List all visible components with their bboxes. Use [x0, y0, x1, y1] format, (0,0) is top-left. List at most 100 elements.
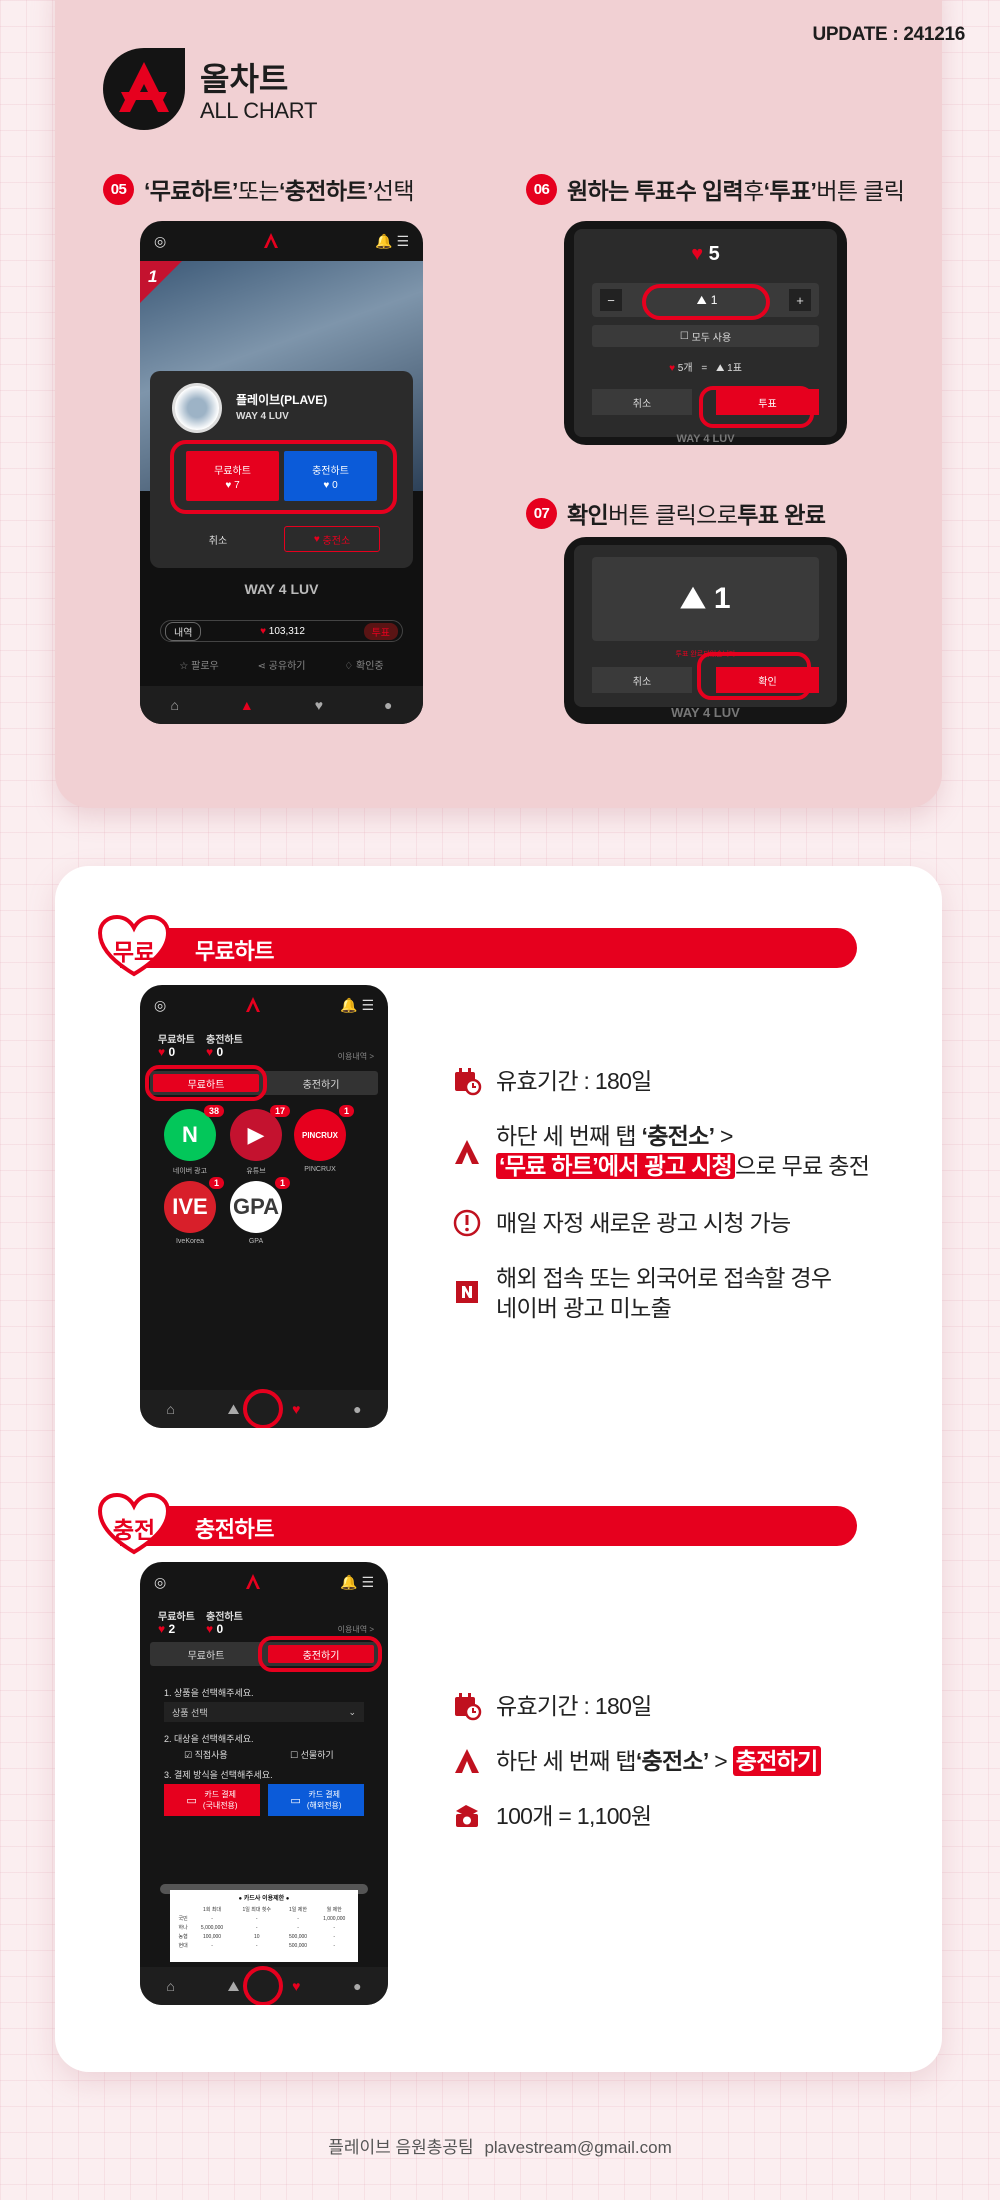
- step-text: 버튼 클릭: [816, 178, 905, 204]
- paid-heart-value: 0: [216, 1622, 224, 1636]
- paid-badge-label: 충전: [112, 1517, 156, 1543]
- limit-cell: 하나: [178, 1925, 188, 1931]
- usage-history-link[interactable]: 이용내역 >: [338, 1051, 374, 1062]
- gift-label: 선물하기: [300, 1750, 334, 1760]
- free-info-midnight: 매일 자정 새로운 광고 시청 가능: [452, 1208, 791, 1238]
- song-title: WAY 4 LUV: [236, 411, 289, 422]
- limit-cell: -: [297, 1915, 299, 1922]
- home-icon[interactable]: ⌂: [166, 1401, 174, 1417]
- ad-app-item[interactable]: IVE 1 IveKorea: [162, 1177, 224, 1245]
- phone-mockup-step05: ◎ 🔔 ☰ 1 플레이브(PLAVE) WAY 4 LUV 무료하트 ♥ 7 충…: [140, 221, 423, 724]
- profile-icon[interactable]: ●: [353, 1401, 361, 1417]
- limit-cell: 100,000: [203, 1933, 222, 1940]
- ad-app-count-badge: 1: [338, 1105, 354, 1117]
- bell-and-menu-icon[interactable]: 🔔 ☰: [340, 997, 374, 1014]
- ad-app-name: 유튜브: [246, 1168, 266, 1175]
- vote-button[interactable]: 투표: [363, 622, 398, 640]
- label: (국내전용): [202, 1801, 238, 1810]
- vote-tab-icon[interactable]: ▲: [240, 697, 254, 713]
- heart-tab-icon[interactable]: ♥: [292, 1978, 300, 1994]
- paid-info-validity: 유효기간 : 180일: [452, 1691, 652, 1721]
- ad-app-item[interactable]: PINCRUX 1 PINCRUX: [292, 1105, 354, 1173]
- confirm-label: 확인중: [356, 661, 384, 672]
- paid-heart-label: 충전하트: [206, 1612, 243, 1623]
- bell-and-menu-icon[interactable]: 🔔 ☰: [340, 1574, 374, 1591]
- gift-checkbox[interactable]: ☐ 선물하기: [290, 1748, 334, 1761]
- table-row: 하나 5,000,000 - - -: [174, 1923, 354, 1932]
- tab-charge[interactable]: 충전하기: [268, 1074, 374, 1092]
- limit-cell: -: [255, 1915, 258, 1922]
- step-text: ‘투표’: [763, 178, 817, 204]
- tab-free-heart[interactable]: 무료하트: [153, 1645, 259, 1663]
- cancel-button[interactable]: 취소: [592, 389, 692, 415]
- paid-heart-count: ♥ 0: [206, 1045, 224, 1059]
- use-all-checkbox[interactable]: ☐ 모두 사용: [592, 325, 819, 347]
- self-use-checkbox[interactable]: ☑ 직접사용: [184, 1748, 228, 1761]
- step-05-title: 05 ‘무료하트’ 또는 ‘충전하트’ 선택: [103, 172, 415, 206]
- step-06-title: 06 원하는 투표수 입력 후 ‘투표’ 버튼 클릭: [526, 172, 905, 206]
- limit-header-cell: 1회 최대: [203, 1907, 222, 1913]
- step-text: 선택: [372, 178, 415, 204]
- label: 카드 결제: [308, 1790, 341, 1799]
- limit-cell: 500,000: [288, 1942, 308, 1949]
- share-label: 공유하기: [268, 661, 306, 672]
- footer-team: 플레이브 음원총공팀: [328, 2138, 474, 2157]
- step-text: 확인: [567, 502, 609, 528]
- calendar-clock-icon: [455, 1693, 482, 1721]
- footer: 플레이브 음원총공팀 plavestream@gmail.com: [0, 2133, 1000, 2158]
- allchart-a-icon: [455, 1140, 479, 1164]
- exchange-rate: ♥ 5개 = ⛰ 1표: [669, 363, 742, 374]
- home-icon[interactable]: ⌂: [170, 697, 178, 713]
- footer-email[interactable]: plavestream@gmail.com: [484, 2138, 671, 2157]
- charge-station-button[interactable]: ♥ 충전소: [284, 526, 380, 552]
- globe-icon[interactable]: ◎: [154, 1574, 166, 1591]
- minus-button[interactable]: −: [600, 289, 622, 311]
- heart-tab-icon[interactable]: ♥: [315, 697, 323, 713]
- text: ‘충전소’: [641, 1123, 715, 1149]
- ad-app-item[interactable]: N 38 네이버 광고: [162, 1105, 224, 1176]
- ad-app-item[interactable]: ▶ 17 유튜브: [228, 1105, 290, 1176]
- plus-button[interactable]: +: [789, 289, 811, 311]
- profile-icon[interactable]: ●: [384, 697, 392, 713]
- card-pay-overseas-button[interactable]: ▭ 카드 결제 (해외전용): [268, 1784, 364, 1816]
- product-select[interactable]: 상품 선택 ⌄: [164, 1702, 364, 1722]
- cancel-button[interactable]: 취소: [592, 667, 692, 693]
- card-limit-table: ● 카드사 이용제한 ● 1회 최대 1일 최대 횟수 1일 제한 월 제한 국민 - - -…: [170, 1890, 358, 1962]
- limit-cell: -: [211, 1915, 213, 1922]
- highlight-ring: [697, 652, 811, 700]
- profile-icon[interactable]: ●: [353, 1978, 361, 1994]
- highlight-text: ‘무료 하트’에서 광고 시청: [496, 1153, 736, 1179]
- money-stack-icon: [456, 1805, 478, 1827]
- alert-circle-icon: [453, 1209, 481, 1237]
- text: >: [708, 1748, 733, 1774]
- rank-number: 1: [148, 267, 158, 286]
- midnight-text: 매일 자정 새로운 광고 시청 가능: [496, 1210, 791, 1236]
- share-button[interactable]: ⋖ 공유하기: [258, 657, 306, 672]
- vote-tab-icon[interactable]: ⛰: [228, 1401, 240, 1418]
- card-pay-domestic-button[interactable]: ▭ 카드 결제 (국내전용): [164, 1784, 260, 1816]
- usage-history-link[interactable]: 이용내역 >: [338, 1624, 374, 1635]
- text: ‘충전소’: [635, 1748, 709, 1774]
- vote-tab-icon[interactable]: ⛰: [228, 1978, 240, 1995]
- product-select-value: 상품 선택: [172, 1707, 208, 1718]
- limit-cell: 국민: [178, 1916, 188, 1922]
- home-icon[interactable]: ⌂: [166, 1978, 174, 1994]
- heart-tab-icon[interactable]: ♥: [292, 1401, 300, 1417]
- validity-text: 유효기간 : 180일: [496, 1693, 652, 1719]
- highlight-ring: [642, 284, 770, 320]
- allchart-mini-logo-icon: [246, 1574, 261, 1589]
- globe-icon[interactable]: ◎: [154, 997, 166, 1014]
- confirm-button[interactable]: ♢ 확인중: [344, 657, 383, 672]
- limit-header-cell: [174, 1905, 192, 1914]
- globe-icon[interactable]: ◎: [154, 233, 166, 250]
- rate-eq: =: [701, 363, 708, 374]
- history-button[interactable]: 내역: [165, 621, 202, 641]
- paid-section-title: 충전하트: [195, 1517, 274, 1542]
- cancel-button[interactable]: 취소: [172, 526, 264, 552]
- bell-and-menu-icon[interactable]: 🔔 ☰: [375, 233, 409, 250]
- follow-button[interactable]: ☆ 팔로우: [179, 657, 218, 672]
- vote-result-value: 1: [713, 582, 731, 615]
- ad-app-item[interactable]: GPA 1 GPA: [228, 1177, 290, 1245]
- ad-app-count-badge: 17: [269, 1105, 290, 1117]
- step-07-title: 07 확인 버튼 클릭으로 투표 완료: [526, 496, 826, 530]
